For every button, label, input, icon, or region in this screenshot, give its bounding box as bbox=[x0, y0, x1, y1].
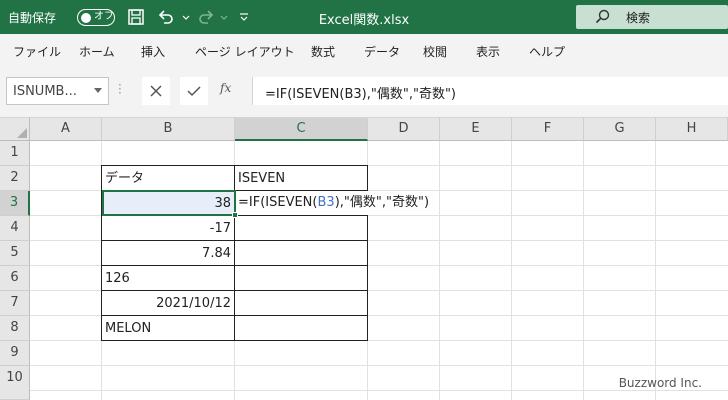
cell-b7[interactable]: 2021/10/12 bbox=[102, 291, 234, 316]
column-header-b[interactable]: B bbox=[102, 118, 235, 141]
cell-c2[interactable]: ISEVEN bbox=[235, 166, 367, 191]
column-header-a[interactable]: A bbox=[30, 118, 102, 141]
undo-icon[interactable] bbox=[156, 7, 176, 27]
tab-insert[interactable]: 挿入 bbox=[141, 43, 165, 60]
autosave-toggle[interactable]: オフ bbox=[77, 9, 115, 26]
row-header-6[interactable]: 6 bbox=[0, 266, 30, 291]
row-header-3[interactable]: 3 bbox=[0, 191, 30, 216]
cell-c3-editor[interactable]: =IF(ISEVEN(B3),"偶数","奇数") bbox=[238, 191, 432, 215]
autosave-label: 自動保存 bbox=[8, 11, 57, 25]
formula-text: =IF(ISEVEN(B3),"偶数","奇数") bbox=[265, 87, 456, 102]
select-all-button[interactable] bbox=[0, 118, 30, 141]
name-box-value: ISNUMB... bbox=[13, 84, 77, 99]
close-icon bbox=[150, 85, 162, 97]
redo-icon[interactable] bbox=[196, 7, 216, 27]
customize-toolbar-icon[interactable] bbox=[234, 7, 250, 27]
check-icon bbox=[187, 86, 201, 97]
tab-review[interactable]: 校閲 bbox=[423, 43, 447, 60]
column-header-f[interactable]: F bbox=[512, 118, 584, 141]
edit-formula-end: ),"偶数","奇数") bbox=[334, 195, 430, 210]
column-header-d[interactable]: D bbox=[368, 118, 440, 141]
row-header-4[interactable]: 4 bbox=[0, 216, 30, 241]
title-bar: 自動保存 オフ Excel関数.xlsx 検索 bbox=[0, 0, 728, 34]
tab-file[interactable]: ファイル bbox=[13, 43, 61, 60]
cell-b3[interactable]: 38 bbox=[102, 191, 234, 216]
formula-bar: ISNUMB... · · · fx =IF(ISEVEN(B3),"偶数","奇数… bbox=[0, 68, 728, 118]
autosave-state: オフ bbox=[94, 11, 114, 22]
gridline bbox=[583, 141, 584, 400]
tab-view[interactable]: 表示 bbox=[476, 43, 500, 60]
redo-dropdown-icon[interactable] bbox=[214, 7, 228, 27]
name-box[interactable]: ISNUMB... bbox=[6, 77, 109, 105]
worksheet-grid[interactable]: A B C D E F G H 1 2 3 4 5 6 7 8 9 10 データ… bbox=[0, 118, 728, 400]
formula-input[interactable]: =IF(ISEVEN(B3),"偶数","奇数") bbox=[252, 77, 728, 105]
tab-help[interactable]: ヘルプ bbox=[529, 43, 565, 60]
column-header-c[interactable]: C bbox=[235, 118, 368, 141]
row-header-5[interactable]: 5 bbox=[0, 241, 30, 266]
tab-home[interactable]: ホーム bbox=[79, 43, 115, 60]
column-header-g[interactable]: G bbox=[584, 118, 656, 141]
search-icon bbox=[595, 9, 610, 24]
tab-page-layout[interactable]: ページ レイアウト bbox=[195, 43, 295, 60]
column-header-e[interactable]: E bbox=[440, 118, 512, 141]
gridline bbox=[30, 390, 728, 391]
tab-data[interactable]: データ bbox=[364, 43, 400, 60]
row-header-8[interactable]: 8 bbox=[0, 316, 30, 341]
cell-b6[interactable]: 126 bbox=[102, 266, 234, 291]
cancel-button[interactable] bbox=[142, 77, 170, 105]
undo-dropdown-icon[interactable] bbox=[176, 7, 190, 27]
edit-formula-reference: B3 bbox=[317, 195, 335, 210]
ribbon-tabs: ファイル ホーム 挿入 ページ レイアウト 数式 データ 校閲 表示 ヘルプ bbox=[0, 34, 728, 68]
row-header-7[interactable]: 7 bbox=[0, 291, 30, 316]
cell-b2[interactable]: データ bbox=[102, 166, 234, 191]
row-header-1[interactable]: 1 bbox=[0, 141, 30, 166]
toggle-knob bbox=[81, 12, 91, 23]
gridline bbox=[30, 365, 728, 366]
row-header-9[interactable]: 9 bbox=[0, 341, 30, 366]
tab-formulas[interactable]: 数式 bbox=[311, 43, 335, 60]
cell-b5[interactable]: 7.84 bbox=[102, 241, 234, 266]
enter-button[interactable] bbox=[180, 77, 208, 105]
search-box[interactable]: 検索 bbox=[576, 5, 728, 29]
cell-b4[interactable]: -17 bbox=[102, 216, 234, 241]
more-icon: · · · bbox=[118, 78, 122, 100]
watermark: Buzzword Inc. bbox=[618, 376, 702, 390]
gridline bbox=[439, 141, 440, 400]
save-icon[interactable] bbox=[126, 7, 146, 27]
row-header-2[interactable]: 2 bbox=[0, 166, 30, 191]
row-header-10[interactable]: 10 bbox=[0, 366, 30, 400]
gridline bbox=[655, 141, 656, 400]
cell-b8[interactable]: MELON bbox=[102, 316, 234, 341]
column-header-h[interactable]: H bbox=[656, 118, 728, 141]
insert-function-icon[interactable]: fx bbox=[220, 81, 231, 95]
search-placeholder: 検索 bbox=[626, 11, 651, 25]
gridline bbox=[511, 141, 512, 400]
edit-formula-start: =IF(ISEVEN( bbox=[238, 195, 318, 210]
chevron-down-icon[interactable] bbox=[94, 88, 102, 93]
